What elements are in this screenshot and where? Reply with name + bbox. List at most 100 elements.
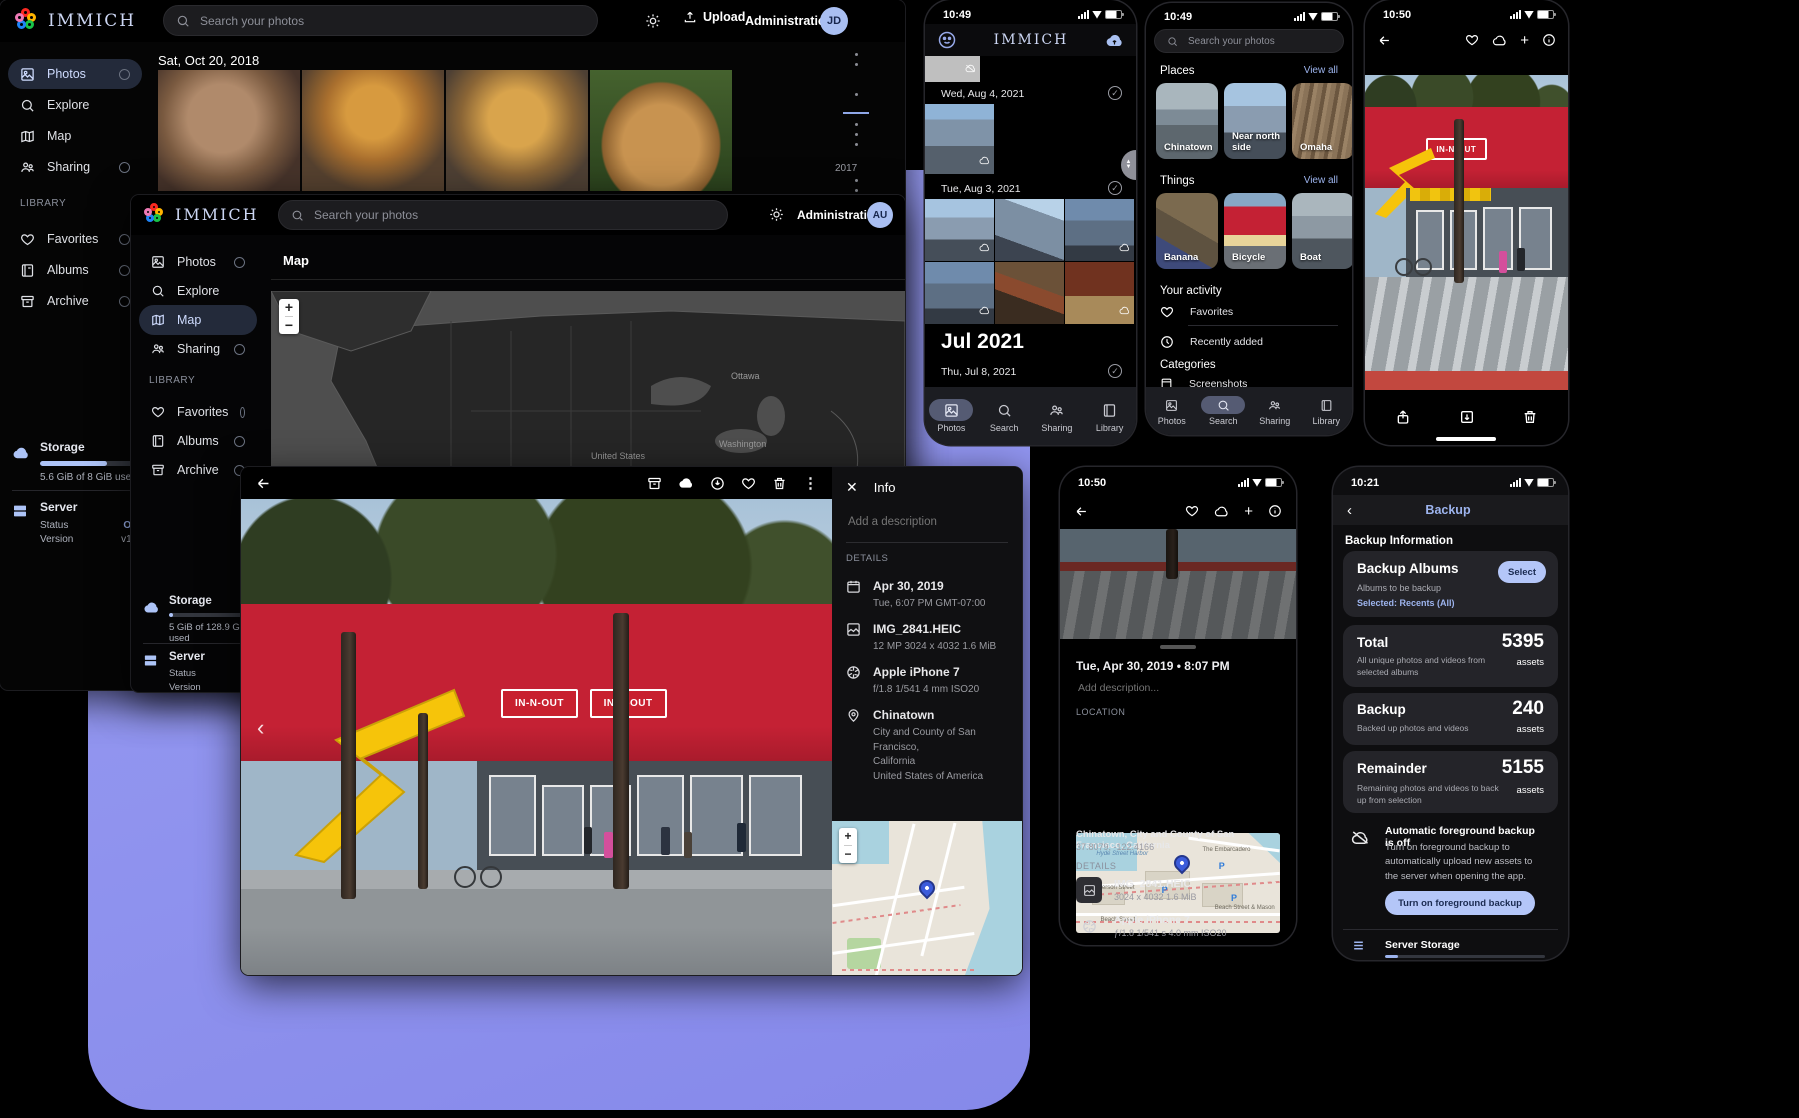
nav-search[interactable]: Search <box>982 399 1026 433</box>
cloud-upload-icon[interactable] <box>1492 35 1507 46</box>
nav-library[interactable]: Library <box>1304 396 1348 426</box>
photo-thumbnail-mushroom[interactable] <box>446 70 588 191</box>
sidebar-item-archive[interactable]: Archive <box>8 286 142 316</box>
search-input[interactable] <box>198 13 585 29</box>
photo-thumbnail-mushroom[interactable] <box>302 70 444 191</box>
search-input[interactable] <box>312 207 715 223</box>
select-date-check[interactable]: ✓ <box>1108 181 1122 195</box>
search-input[interactable] <box>1186 35 1331 48</box>
photo-strip[interactable] <box>1060 529 1296 639</box>
theme-toggle-sun-icon[interactable] <box>645 13 661 29</box>
add-plus-icon[interactable]: + <box>1244 503 1253 520</box>
sidebar-item-map[interactable]: Map <box>139 305 257 335</box>
activity-recently-added[interactable]: Recently added <box>1160 335 1263 349</box>
zoom-out-button[interactable]: − <box>285 317 293 334</box>
photo-thumbnail-basket[interactable] <box>590 70 732 191</box>
archive-icon[interactable] <box>1459 409 1475 425</box>
sidebar-item-photos[interactable]: Photos <box>139 247 257 277</box>
cloud-upload-icon[interactable] <box>1214 506 1229 517</box>
user-avatar[interactable]: JD <box>820 7 848 35</box>
place-thumb-near-north-side[interactable]: Near north side <box>1224 83 1286 159</box>
place-thumb-chinatown[interactable]: Chinatown <box>1156 83 1218 159</box>
sidebar-item-explore[interactable]: Explore <box>8 90 142 120</box>
window-photo-detail: IN-N-OUT IN-N-OUT <box>241 467 1022 975</box>
user-avatar[interactable]: AU <box>867 202 893 228</box>
info-icon[interactable] <box>1268 504 1282 518</box>
download-icon[interactable] <box>710 476 725 491</box>
search-bar[interactable] <box>278 200 728 230</box>
stat-value: 5155 <box>1502 757 1544 779</box>
sidebar-item-favorites[interactable]: Favorites <box>139 397 257 427</box>
sidebar-item-sharing[interactable]: Sharing <box>139 334 257 364</box>
favorite-heart-icon[interactable] <box>1465 33 1479 47</box>
sidebar-item-albums[interactable]: Albums <box>139 426 257 456</box>
favorite-heart-icon[interactable] <box>741 476 756 491</box>
photo-thumbnail[interactable] <box>995 199 1064 261</box>
cloud-backup-icon[interactable] <box>678 477 694 489</box>
close-icon[interactable]: ✕ <box>846 479 858 496</box>
delete-trash-icon[interactable] <box>1522 409 1538 425</box>
description-input[interactable] <box>1076 681 1276 695</box>
place-thumb-omaha[interactable]: Omaha <box>1292 83 1352 159</box>
description-input[interactable] <box>846 515 1006 529</box>
favorite-heart-icon[interactable] <box>1185 504 1199 518</box>
mini-map-zoom-control[interactable]: + − <box>839 828 857 863</box>
previous-photo-chevron[interactable]: ‹ <box>257 715 264 741</box>
nav-sharing[interactable]: Sharing <box>1035 399 1079 433</box>
search-bar[interactable] <box>163 5 598 36</box>
thing-thumb-bicycle[interactable]: Bicycle <box>1224 193 1286 269</box>
info-icon[interactable] <box>1542 33 1556 47</box>
photo-viewer[interactable]: IN-N-OUT <box>1365 75 1568 390</box>
nav-photos[interactable]: Photos <box>929 399 973 433</box>
photo-thumbnail[interactable] <box>925 56 980 82</box>
nav-library[interactable]: Library <box>1088 399 1132 433</box>
archive-icon[interactable] <box>647 476 662 491</box>
photo-thumbnail[interactable] <box>1065 262 1134 324</box>
search-bar[interactable] <box>1154 29 1344 53</box>
photo-thumbnail[interactable] <box>995 262 1064 324</box>
zoom-in-button[interactable]: + <box>844 828 851 846</box>
sidebar-item-favorites[interactable]: Favorites <box>8 224 142 254</box>
things-view-all[interactable]: View all <box>1304 175 1338 186</box>
map-zoom-control[interactable]: + − <box>279 299 299 334</box>
theme-toggle-sun-icon[interactable] <box>769 207 784 222</box>
photo-thumbnail[interactable] <box>925 104 994 174</box>
thing-thumb-boat[interactable]: Boat <box>1292 193 1352 269</box>
photo-thumbnail[interactable] <box>925 199 994 261</box>
places-view-all[interactable]: View all <box>1304 65 1338 76</box>
select-date-check[interactable]: ✓ <box>1108 364 1122 378</box>
sidebar-item-map[interactable]: Map <box>8 121 142 151</box>
nav-search[interactable]: Search <box>1201 396 1245 426</box>
location-pin-icon <box>846 708 861 784</box>
backup-cloud-avatar-icon[interactable] <box>1105 33 1124 48</box>
add-plus-icon[interactable]: + <box>1520 32 1529 49</box>
nav-sharing[interactable]: Sharing <box>1253 396 1297 426</box>
activity-favorites[interactable]: Favorites <box>1160 305 1233 319</box>
photo-thumbnail-mushroom[interactable] <box>158 70 300 191</box>
sidebar-item-explore[interactable]: Explore <box>139 276 257 306</box>
turn-on-foreground-backup-button[interactable]: Turn on foreground backup <box>1385 891 1535 915</box>
more-options-icon[interactable]: ⋮ <box>803 474 818 492</box>
thing-thumb-banana[interactable]: Banana <box>1156 193 1218 269</box>
back-arrow-icon[interactable] <box>1074 504 1089 519</box>
select-date-check[interactable]: ✓ <box>1108 86 1122 100</box>
photo-thumbnail[interactable] <box>925 262 994 324</box>
upload-button[interactable]: Upload <box>683 10 745 24</box>
sidebar-item-archive[interactable]: Archive <box>139 455 257 485</box>
sheet-drag-handle[interactable] <box>1160 645 1196 649</box>
back-arrow-icon[interactable] <box>255 475 272 492</box>
sidebar-item-photos[interactable]: Photos <box>8 59 142 89</box>
zoom-out-button[interactable]: − <box>844 846 851 863</box>
photo-viewer[interactable]: IN-N-OUT IN-N-OUT <box>241 499 832 975</box>
select-albums-button[interactable]: Select <box>1498 561 1546 583</box>
share-icon[interactable] <box>1395 409 1411 425</box>
location-mini-map[interactable]: + − Leaflet | © OpenStreetMap <box>832 821 1022 975</box>
back-arrow-icon[interactable] <box>1377 33 1392 48</box>
sidebar-item-albums[interactable]: Albums <box>8 255 142 285</box>
zoom-in-button[interactable]: + <box>285 299 293 317</box>
delete-trash-icon[interactable] <box>772 476 787 491</box>
nav-photos[interactable]: Photos <box>1150 396 1194 426</box>
timeline-scrubber-handle[interactable]: ▲▼ <box>1121 150 1136 180</box>
sidebar-item-sharing[interactable]: Sharing <box>8 152 142 182</box>
photo-thumbnail[interactable] <box>1065 199 1134 261</box>
